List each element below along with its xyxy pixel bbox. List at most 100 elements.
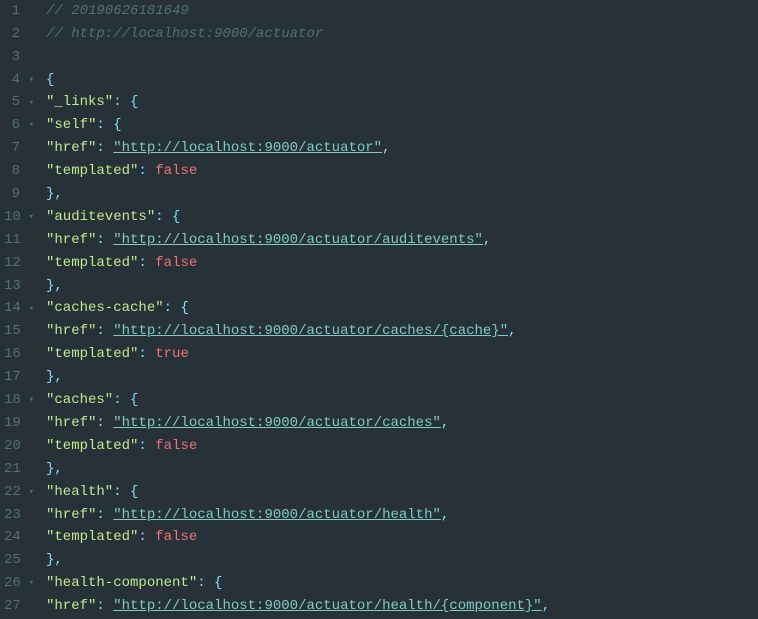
- gutter-line: 21: [4, 458, 34, 481]
- line-number: 14: [4, 297, 20, 320]
- punctuation: :: [138, 435, 155, 458]
- code-line: "templated": false: [46, 526, 754, 549]
- fold-icon[interactable]: ▾: [26, 73, 34, 88]
- code-line: "templated": false: [46, 160, 754, 183]
- punctuation: :: [138, 160, 155, 183]
- json-bool: false: [155, 160, 197, 183]
- line-number: 23: [4, 504, 20, 527]
- fold-icon[interactable]: ▾: [26, 210, 34, 225]
- json-url-value[interactable]: "http://localhost:9000/actuator/auditeve…: [113, 229, 483, 252]
- punctuation: ,: [382, 137, 390, 160]
- gutter-line: 1: [4, 0, 34, 23]
- json-key: "href": [46, 137, 96, 160]
- line-number: 6: [4, 114, 20, 137]
- line-number: 15: [4, 320, 20, 343]
- gutter-line: 24: [4, 526, 34, 549]
- punctuation: :: [96, 229, 113, 252]
- line-number: 19: [4, 412, 20, 435]
- code-line: "href": "http://localhost:9000/actuator/…: [46, 320, 754, 343]
- gutter-line: 5▾: [4, 92, 34, 115]
- line-number: 25: [4, 549, 20, 572]
- line-number: 3: [4, 46, 20, 69]
- punctuation: :: [96, 320, 113, 343]
- punctuation: :: [96, 114, 113, 137]
- code-line: "auditevents": {: [46, 206, 754, 229]
- brace: {: [130, 481, 138, 504]
- code-line: "caches-cache": {: [46, 298, 754, 321]
- fold-icon[interactable]: ▾: [26, 302, 34, 317]
- line-number: 21: [4, 458, 20, 481]
- gutter-line: 8: [4, 160, 34, 183]
- line-number: 8: [4, 160, 20, 183]
- line-number: 10: [4, 206, 20, 229]
- json-key: "health-component": [46, 572, 197, 595]
- line-number: 1: [4, 0, 20, 23]
- gutter-line: 3: [4, 46, 34, 69]
- comment-text: // http://localhost:9000/actuator: [46, 23, 323, 46]
- json-key: "href": [46, 504, 96, 527]
- code-line: "health-component": {: [46, 572, 754, 595]
- gutter-line: 26 ▾: [4, 572, 34, 595]
- brace: {: [180, 297, 188, 320]
- line-number: 20: [4, 435, 20, 458]
- fold-icon[interactable]: ▾: [26, 393, 34, 408]
- json-key: "templated": [46, 526, 138, 549]
- line-number: 2: [4, 23, 20, 46]
- json-key: "auditevents": [46, 206, 155, 229]
- gutter-line: 18 ▾: [4, 389, 34, 412]
- fold-icon[interactable]: ▾: [26, 96, 34, 111]
- gutter-line: 23: [4, 504, 34, 527]
- gutter-line: 20: [4, 435, 34, 458]
- punctuation: ,: [542, 595, 550, 618]
- code-line: "_links": {: [46, 92, 754, 115]
- gutter-line: 4▾: [4, 69, 34, 92]
- json-bool: false: [155, 435, 197, 458]
- gutter-line: 17: [4, 366, 34, 389]
- code-line: "href": "http://localhost:9000/actuator/…: [46, 595, 754, 618]
- punctuation: :: [113, 389, 130, 412]
- line-number: 9: [4, 183, 20, 206]
- json-bool: false: [155, 252, 197, 275]
- punctuation: :: [96, 504, 113, 527]
- json-url-value[interactable]: "http://localhost:9000/actuator/health": [113, 504, 441, 527]
- code-line: "caches": {: [46, 389, 754, 412]
- code-line: "health": {: [46, 481, 754, 504]
- json-bool: true: [155, 343, 189, 366]
- json-url-value[interactable]: "http://localhost:9000/actuator/caches": [113, 412, 441, 435]
- gutter: 1 2 3 4▾ 5▾ 6▾ 7 8 9 10▾ 11 12 13 14▾ 15…: [0, 0, 42, 619]
- code-line: {: [46, 69, 754, 92]
- punctuation: ,: [441, 504, 449, 527]
- json-url-value[interactable]: "http://localhost:9000/actuator": [113, 137, 382, 160]
- code-line: "self": {: [46, 114, 754, 137]
- json-key: "caches": [46, 389, 113, 412]
- line-number: 26: [4, 572, 20, 595]
- code-area[interactable]: // 20190626181649 // http://localhost:90…: [42, 0, 758, 619]
- punctuation: :: [113, 481, 130, 504]
- json-key: "templated": [46, 160, 138, 183]
- punctuation: :: [96, 595, 113, 618]
- json-key: "href": [46, 320, 96, 343]
- line-number: 22: [4, 481, 20, 504]
- json-url-value[interactable]: "http://localhost:9000/actuator/health/{…: [113, 595, 541, 618]
- json-key: "href": [46, 229, 96, 252]
- code-line: },: [46, 458, 754, 481]
- gutter-line: 7: [4, 137, 34, 160]
- gutter-line: 10 ▾: [4, 206, 34, 229]
- brace: {: [214, 572, 222, 595]
- line-number: 24: [4, 526, 20, 549]
- json-url-value[interactable]: "http://localhost:9000/actuator/caches/{…: [113, 320, 508, 343]
- json-key: "href": [46, 412, 96, 435]
- punctuation: ,: [54, 458, 62, 481]
- gutter-line: 9: [4, 183, 34, 206]
- json-key: "href": [46, 595, 96, 618]
- punctuation: :: [113, 91, 130, 114]
- fold-icon[interactable]: ▾: [26, 485, 34, 500]
- brace: }: [46, 366, 54, 389]
- fold-icon[interactable]: ▾: [26, 118, 34, 133]
- punctuation: :: [138, 526, 155, 549]
- line-number: 13: [4, 275, 20, 298]
- gutter-line: 16: [4, 343, 34, 366]
- line-number: 18: [4, 389, 20, 412]
- fold-icon[interactable]: ▾: [26, 576, 34, 591]
- punctuation: ,: [483, 229, 491, 252]
